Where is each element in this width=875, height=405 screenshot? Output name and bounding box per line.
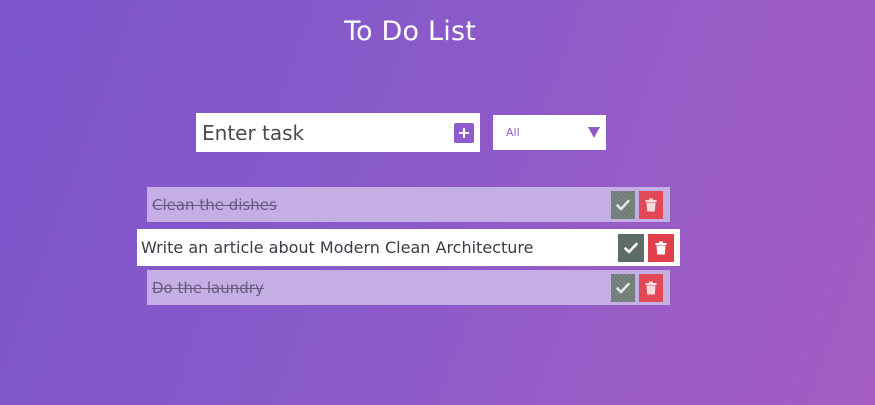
filter-selected-value: All [506, 126, 520, 139]
complete-button[interactable] [611, 190, 635, 219]
complete-button[interactable] [618, 233, 644, 262]
trash-icon [645, 198, 657, 211]
trash-icon [645, 281, 657, 294]
trash-icon [655, 241, 667, 254]
todo-item-active: Write an article about Modern Clean Arch… [137, 229, 680, 266]
todo-form: All [196, 113, 606, 152]
complete-button[interactable] [611, 273, 635, 302]
todo-actions [611, 273, 663, 302]
todo-item-completed: Do the laundry [147, 270, 670, 305]
delete-button[interactable] [639, 190, 663, 219]
page-title: To Do List [343, 16, 477, 47]
filter-select[interactable]: All [493, 115, 606, 150]
check-icon [624, 242, 638, 253]
caret-down-icon [588, 127, 600, 138]
delete-button[interactable] [648, 233, 674, 262]
delete-button[interactable] [639, 273, 663, 302]
todo-text: Clean the dishes [152, 195, 277, 214]
plus-square-icon [454, 122, 474, 143]
todo-item-completed: Clean the dishes [147, 187, 670, 222]
check-icon [616, 282, 630, 293]
add-task-button[interactable] [448, 113, 480, 152]
task-input[interactable] [196, 113, 448, 152]
todo-actions [611, 190, 663, 219]
todo-actions [618, 233, 674, 262]
todo-text: Do the laundry [152, 278, 264, 297]
todo-text: Write an article about Modern Clean Arch… [141, 238, 534, 257]
check-icon [616, 199, 630, 210]
